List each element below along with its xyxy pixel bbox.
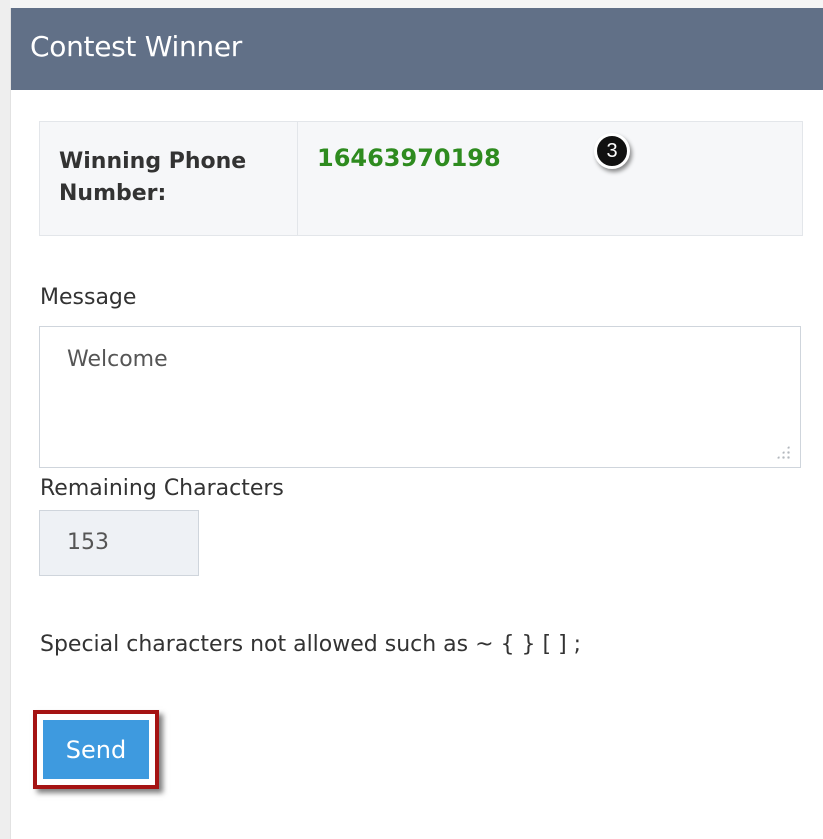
remaining-characters-label: Remaining Characters <box>40 476 284 501</box>
winner-info-table: Winning Phone Number: 16463970198 3 <box>39 121 803 236</box>
panel-header: Contest Winner <box>11 8 823 90</box>
resize-grip-icon[interactable] <box>776 445 790 459</box>
winner-label-cell: Winning Phone Number: <box>40 122 298 235</box>
winning-phone-label: Winning Phone Number: <box>59 149 247 206</box>
send-button[interactable]: Send <box>43 720 149 779</box>
message-label: Message <box>40 285 137 310</box>
page-left-strip <box>0 0 10 839</box>
winner-value-cell: 16463970198 3 <box>298 122 802 235</box>
winning-phone-number: 16463970198 <box>317 144 501 172</box>
message-textarea[interactable]: Welcome <box>39 326 801 468</box>
page-top-strip <box>0 0 823 8</box>
panel-title: Contest Winner <box>30 30 242 63</box>
message-text: Welcome <box>67 347 168 372</box>
special-characters-note: Special characters not allowed such as ~… <box>40 632 582 657</box>
send-button-highlight: Send <box>33 710 159 789</box>
remaining-characters-field: 153 <box>39 510 199 576</box>
step-number-badge: 3 <box>594 133 630 169</box>
contest-winner-panel: Contest Winner Winning Phone Number: 164… <box>10 8 823 839</box>
